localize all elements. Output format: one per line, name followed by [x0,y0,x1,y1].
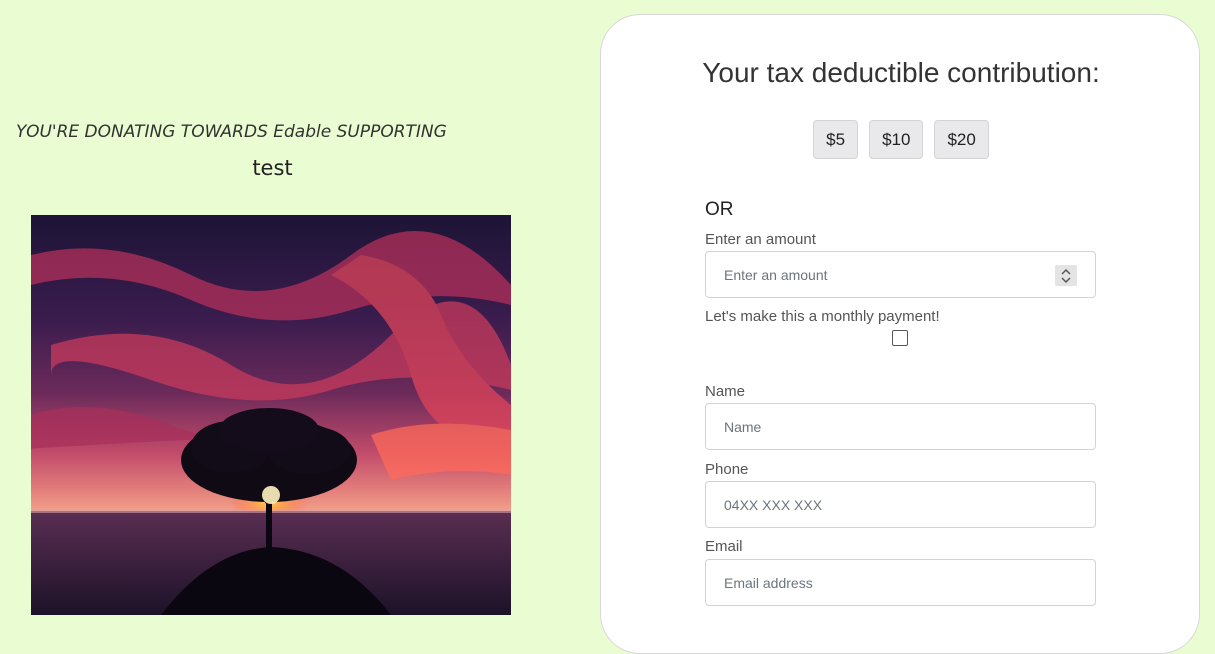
name-input[interactable]: Name [705,403,1096,450]
campaign-name: test [252,156,293,180]
campaign-panel: YOU'RE DONATING TOWARDS Edable SUPPORTIN… [0,0,545,615]
donation-form-card: Your tax deductible contribution: $5 $10… [600,14,1200,654]
name-placeholder: Name [724,418,762,435]
email-label: Email [705,538,743,555]
preset-5-button[interactable]: $5 [813,120,859,159]
phone-label: Phone [705,461,749,478]
amount-label: Enter an amount [705,231,816,248]
phone-placeholder: 04XX XXX XXX [724,496,823,513]
or-label: OR [705,199,734,220]
number-spinner-icon[interactable] [1055,265,1077,286]
amount-input[interactable]: Enter an amount [705,251,1096,298]
phone-input[interactable]: 04XX XXX XXX [705,481,1096,528]
preset-20-button[interactable]: $20 [934,120,989,159]
name-label: Name [705,383,746,400]
preset-amounts: $5 $10 $20 [601,120,1201,159]
email-input[interactable]: Email address [705,559,1096,606]
landscape-photo-icon [31,215,511,615]
preset-10-button[interactable]: $10 [869,120,924,159]
monthly-checkbox[interactable] [892,330,908,346]
donating-towards-text: YOU'RE DONATING TOWARDS Edable SUPPORTIN… [16,122,447,142]
amount-placeholder: Enter an amount [724,266,828,283]
campaign-photo [31,215,511,615]
form-title: Your tax deductible contribution: [702,57,1100,88]
email-placeholder: Email address [724,574,813,591]
monthly-label: Let's make this a monthly payment! [705,308,940,325]
